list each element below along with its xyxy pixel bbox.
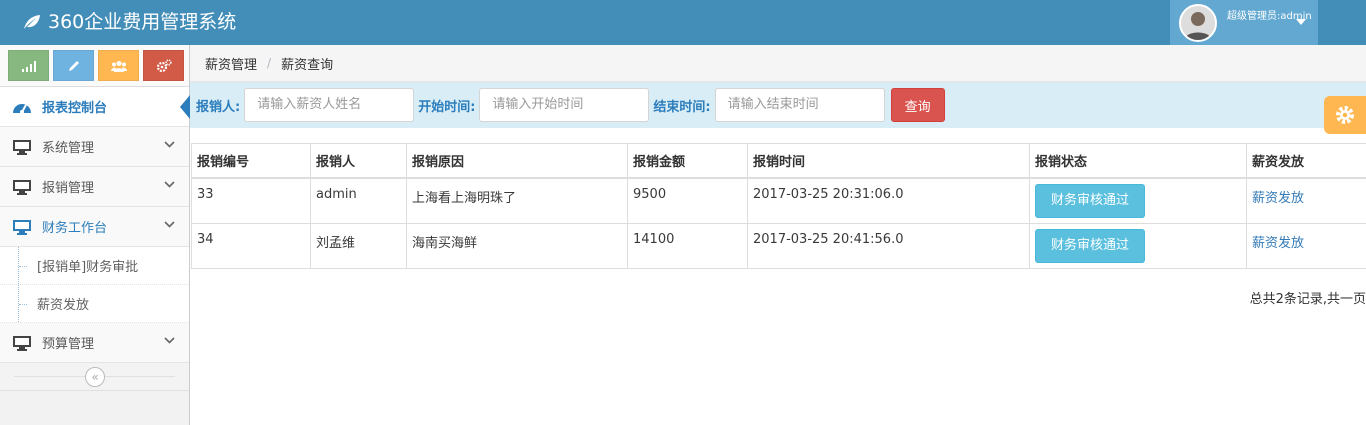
cell-amount: 9500 <box>627 177 748 224</box>
search-button[interactable]: 查询 <box>890 88 945 122</box>
avatar <box>1179 3 1217 42</box>
end-time-input[interactable]: 请输入结束时间 <box>714 88 885 122</box>
top-navbar: 360企业费用管理系统 超级管理员:admin <box>0 0 1366 45</box>
user-menu[interactable]: 超级管理员:admin <box>1170 0 1318 45</box>
sidebar-item-label: 预算管理 <box>42 337 95 352</box>
cell-id: 33 <box>191 177 311 224</box>
sidebar-subitem-label: 薪资发放 <box>37 298 90 313</box>
sidebar-subitem-label: [报销单]财务审批 <box>37 260 139 275</box>
breadcrumb-item-salary-management[interactable]: 薪资管理 <box>205 54 257 73</box>
sidebar-collapse-row: « <box>0 363 189 391</box>
sidebar-item-label: 报表控制台 <box>42 101 108 116</box>
sidebar-item-budget[interactable]: 预算管理 <box>0 323 189 363</box>
settings-toggle-button[interactable] <box>1324 96 1366 134</box>
user-avatar-icon <box>1181 5 1215 40</box>
column-header: 报销原因 <box>406 143 628 179</box>
cell-amount: 14100 <box>627 223 748 269</box>
sidebar-item-reimbursement[interactable]: 报销管理 <box>0 167 189 207</box>
table-header-row: 报销编号 报销人 报销原因 报销金额 报销时间 报销状态 薪资发放 <box>191 143 1366 179</box>
users-icon <box>110 60 127 72</box>
shortcut-users-button[interactable] <box>98 50 139 81</box>
search-bar: 报销人: 请输入薪资人姓名 开始时间: 请输入开始时间 结束时间: 请输入结束时… <box>190 82 1366 128</box>
leaf-icon <box>24 15 40 29</box>
salary-table: 报销编号 报销人 报销原因 报销金额 报销时间 报销状态 薪资发放 33 adm… <box>191 143 1366 269</box>
column-header: 薪资发放 <box>1246 143 1366 179</box>
sidebar-item-finance[interactable]: 财务工作台 <box>0 207 189 247</box>
salary-table-wrapper: 报销编号 报销人 报销原因 报销金额 报销时间 报销状态 薪资发放 33 adm… <box>191 143 1366 269</box>
sidebar-shortcuts <box>0 45 189 87</box>
sidebar-item-label: 报销管理 <box>42 181 95 196</box>
cell-action: 薪资发放 <box>1246 223 1366 269</box>
cogs-icon <box>156 58 172 72</box>
shortcut-stats-button[interactable] <box>8 50 49 81</box>
name-label: 报销人: <box>196 99 241 115</box>
gear-icon <box>1336 106 1354 124</box>
column-header: 报销时间 <box>747 143 1030 179</box>
chevron-down-icon <box>164 181 175 188</box>
cell-person: admin <box>310 177 407 224</box>
chevron-up-icon <box>164 221 175 228</box>
breadcrumb: 薪资管理 / 薪资查询 <box>190 45 1366 82</box>
cell-id: 34 <box>191 223 311 269</box>
desktop-icon <box>12 334 32 352</box>
start-time-label: 开始时间: <box>418 99 476 115</box>
breadcrumb-item-salary-query: 薪资查询 <box>281 57 334 73</box>
pagination-summary: 总共2条记录,共一页 <box>1249 292 1366 307</box>
table-row: 33 admin 上海看上海明珠了 9500 2017-03-25 20:31:… <box>191 177 1366 224</box>
status-button[interactable]: 财务审核通过 <box>1035 229 1145 263</box>
double-angle-left-icon: « <box>91 370 99 384</box>
sidebar-collapse-button[interactable]: « <box>85 367 105 387</box>
end-time-label: 结束时间: <box>653 99 711 115</box>
pencil-icon <box>68 60 79 71</box>
cell-status: 财务审核通过 <box>1029 223 1247 269</box>
cell-time: 2017-03-25 20:41:56.0 <box>747 223 1030 269</box>
cell-reason: 上海看上海明珠了 <box>406 177 628 224</box>
desktop-icon <box>12 138 32 156</box>
sidebar-subitem-finance-approval[interactable]: [报销单]财务审批 <box>0 247 189 285</box>
cell-action: 薪资发放 <box>1246 177 1366 224</box>
sidebar-item-system[interactable]: 系统管理 <box>0 127 189 167</box>
sidebar: 报表控制台 系统管理 报销管理 财务工作台 [报销单]财务审批 薪资发放 预算管… <box>0 45 190 425</box>
column-header: 报销人 <box>310 143 407 179</box>
sidebar-subitem-salary-payment[interactable]: 薪资发放 <box>0 285 189 323</box>
start-time-input[interactable]: 请输入开始时间 <box>479 88 650 122</box>
desktop-icon <box>12 178 32 196</box>
dashboard-icon <box>12 98 32 116</box>
table-row: 34 刘孟维 海南买海鲜 14100 2017-03-25 20:41:56.0… <box>191 223 1366 269</box>
cell-status: 财务审核通过 <box>1029 177 1247 224</box>
sidebar-item-label: 系统管理 <box>42 141 95 156</box>
caret-down-icon <box>1296 19 1306 25</box>
column-header: 报销金额 <box>627 143 748 179</box>
breadcrumb-separator: / <box>267 56 272 70</box>
salary-payment-link[interactable]: 薪资发放 <box>1252 236 1304 251</box>
column-header: 报销状态 <box>1029 143 1247 179</box>
signal-icon <box>21 60 36 72</box>
status-button[interactable]: 财务审核通过 <box>1035 184 1145 218</box>
column-header: 报销编号 <box>191 143 311 179</box>
salary-payment-link[interactable]: 薪资发放 <box>1252 191 1304 206</box>
name-input[interactable]: 请输入薪资人姓名 <box>244 88 415 122</box>
cell-person: 刘孟维 <box>310 223 407 269</box>
shortcut-settings-button[interactable] <box>143 50 184 81</box>
shortcut-edit-button[interactable] <box>53 50 94 81</box>
chevron-down-icon <box>164 337 175 344</box>
sidebar-item-dashboard[interactable]: 报表控制台 <box>0 87 190 127</box>
brand[interactable]: 360企业费用管理系统 <box>22 9 236 35</box>
chevron-down-icon <box>164 141 175 148</box>
app-title: 360企业费用管理系统 <box>48 11 237 33</box>
desktop-icon <box>12 218 32 236</box>
cell-reason: 海南买海鲜 <box>406 223 628 269</box>
cell-time: 2017-03-25 20:31:06.0 <box>747 177 1030 224</box>
sidebar-item-label: 财务工作台 <box>42 221 108 236</box>
